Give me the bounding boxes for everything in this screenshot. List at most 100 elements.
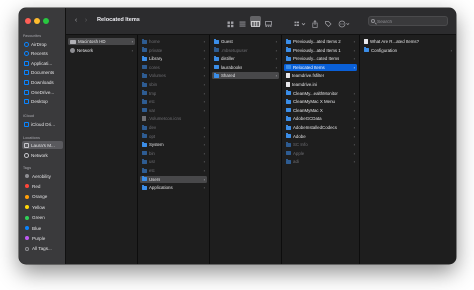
column-4[interactable]: Previously...ated Items 2 › Previously...a… xyxy=(282,35,360,264)
file-row[interactable]: dev › xyxy=(140,124,207,131)
column-2[interactable]: home › private › Library › cores › Volumes › sbin ›… xyxy=(138,35,210,264)
file-row[interactable]: Applications › xyxy=(140,184,207,191)
sidebar-item[interactable]: Orange xyxy=(22,193,63,201)
group-button[interactable] xyxy=(293,16,307,26)
back-button[interactable]: ‹ xyxy=(72,16,80,26)
file-row[interactable]: Guest › xyxy=(212,38,279,45)
file-row[interactable]: var › xyxy=(140,107,207,114)
sidebar-item[interactable]: Recents xyxy=(22,50,63,58)
file-row[interactable]: Apple › xyxy=(284,150,357,157)
file-row[interactable]: AdobeInstalledCodecs › xyxy=(284,124,357,131)
chevron-right-icon: › xyxy=(203,90,205,96)
file-row[interactable]: teamdrive.fsfilter xyxy=(284,72,357,79)
file-row[interactable]: laurabooks › xyxy=(212,64,279,71)
file-row[interactable]: cores › xyxy=(140,64,207,71)
file-row[interactable]: SC Info › xyxy=(284,141,357,148)
chevron-right-icon: › xyxy=(203,82,205,87)
column-view-button[interactable] xyxy=(250,16,261,27)
more-button[interactable] xyxy=(337,16,351,28)
chevron-right-icon: › xyxy=(203,142,205,148)
gallery-view-button[interactable] xyxy=(264,16,273,27)
sidebar-item[interactable]: Laura's M... xyxy=(22,141,63,149)
sidebar-item[interactable]: AirDrop xyxy=(22,40,63,48)
file-row[interactable]: AdobeGCData › xyxy=(284,115,357,122)
file-row[interactable]: Volumes › xyxy=(140,72,207,79)
file-row[interactable]: .VolumeIcon.icns xyxy=(140,115,207,122)
search-input[interactable] xyxy=(377,18,447,26)
file-row[interactable]: CleanMyMac X › xyxy=(284,107,357,114)
file-row[interactable]: System › xyxy=(140,141,207,148)
file-row[interactable]: tmp › xyxy=(140,90,207,97)
sidebar-item[interactable]: Downloads xyxy=(22,78,63,86)
file-row[interactable]: Configuration › xyxy=(362,47,454,54)
file-row[interactable]: .mbsetupuser › xyxy=(212,47,279,54)
file-name: Previously...ated Items 2 xyxy=(293,39,341,44)
chevron-right-icon: › xyxy=(203,64,205,70)
file-row[interactable]: CleanMy...ealthMonitor › xyxy=(284,90,357,97)
minimize-button[interactable] xyxy=(34,18,40,24)
share-icon xyxy=(312,20,318,28)
forward-button[interactable]: › xyxy=(82,16,90,26)
file-row[interactable]: Previously...cated Items › xyxy=(284,55,357,62)
sidebar-item[interactable]: Red xyxy=(22,182,63,190)
tag-color-dot-icon xyxy=(25,236,29,241)
close-button[interactable] xyxy=(25,18,31,24)
chevron-right-icon: › xyxy=(275,64,277,70)
tag-button[interactable] xyxy=(324,16,332,27)
file-row[interactable]: Previously...ated Items 2 › xyxy=(284,38,357,45)
folder-icon xyxy=(286,47,291,53)
sidebar-item[interactable]: Applicati... xyxy=(22,59,63,67)
column-1[interactable]: Macintosh HD › Network › xyxy=(66,35,138,264)
tag-icon xyxy=(325,21,332,27)
zoom-button[interactable] xyxy=(43,18,49,24)
search-field[interactable] xyxy=(368,16,448,26)
file-row[interactable]: sbin › xyxy=(140,81,207,88)
file-row[interactable]: bin › xyxy=(140,150,207,157)
file-row[interactable]: teamdrive.ini xyxy=(284,81,357,88)
sidebar-item[interactable]: OneDrive... xyxy=(22,88,63,96)
file-row[interactable]: distiller › xyxy=(212,55,279,62)
file-row[interactable]: Network › xyxy=(68,47,135,54)
sidebar-item[interactable]: Purple xyxy=(22,234,63,242)
sidebar-item[interactable]: All Tags... xyxy=(22,245,63,253)
file-row[interactable]: Macintosh HD › xyxy=(68,38,135,45)
sidebar-item[interactable]: Green xyxy=(22,214,63,222)
file-row[interactable]: etc › xyxy=(140,98,207,105)
file-row[interactable]: private › xyxy=(140,47,207,54)
sidebar-item[interactable]: Network xyxy=(22,151,63,159)
file-row[interactable]: What Are R...ated Items? xyxy=(362,38,454,45)
file-name: teamdrive.ini xyxy=(292,82,317,87)
column-5[interactable]: What Are R...ated Items? Configuration › xyxy=(360,35,456,264)
file-row[interactable]: Shared › xyxy=(212,72,279,80)
sidebar-item[interactable]: Aerobility xyxy=(22,172,63,180)
file-row[interactable]: Library › xyxy=(140,55,207,62)
file-name: Previously...ated Items 1 xyxy=(293,47,341,53)
folder-icon xyxy=(142,133,147,139)
file-row[interactable]: Users › xyxy=(140,175,207,183)
sidebar-item[interactable]: Blue xyxy=(22,224,63,232)
file-row[interactable]: opt › xyxy=(140,133,207,140)
file-row[interactable]: Relocated Items › xyxy=(284,63,357,71)
sidebar-item[interactable]: Documents xyxy=(22,69,63,77)
sidebar-item[interactable]: Yellow xyxy=(22,203,63,211)
list-view-button[interactable] xyxy=(238,16,247,27)
sidebar-item[interactable]: iCloud Dri... xyxy=(22,120,63,128)
tag-color-dot-icon xyxy=(25,205,29,210)
file-row[interactable]: usr › xyxy=(140,158,207,165)
share-button[interactable] xyxy=(311,16,319,28)
file-row[interactable]: etc › xyxy=(140,167,207,174)
icon-view-button[interactable] xyxy=(226,16,235,28)
chevron-right-icon: › xyxy=(353,125,355,130)
file-name: etc xyxy=(149,99,155,105)
file-row[interactable]: home › xyxy=(140,38,207,45)
file-row[interactable]: Previously...ated Items 1 › xyxy=(284,47,357,54)
sidebar-item[interactable]: Desktop xyxy=(22,98,63,106)
chevron-right-icon: › xyxy=(203,39,205,44)
file-row[interactable]: CleanMyMac X Menu › xyxy=(284,98,357,105)
column-3[interactable]: Guest › .mbsetupuser › distiller › laurabooks ›… xyxy=(210,35,282,264)
airdrop-icon xyxy=(24,41,29,47)
list-view-icon xyxy=(239,21,246,27)
file-name: Previously...cated Items xyxy=(293,56,340,62)
file-row[interactable]: adi › xyxy=(284,158,357,165)
file-row[interactable]: Adobe › xyxy=(284,133,357,140)
